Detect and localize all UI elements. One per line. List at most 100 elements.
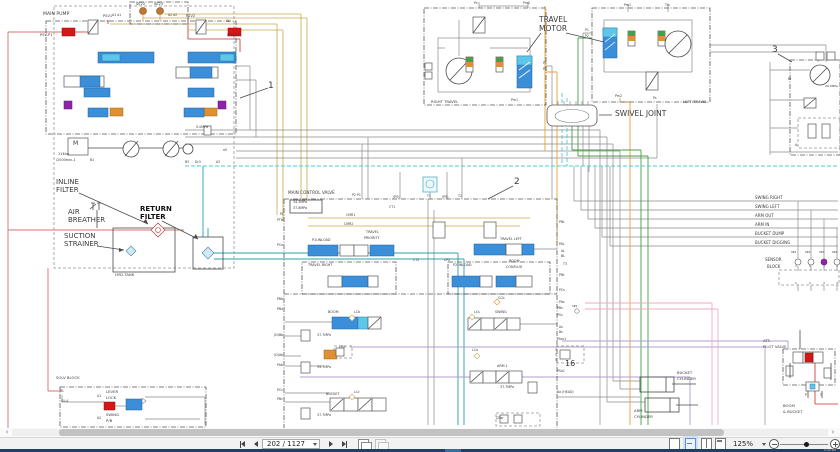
- diagram-label: Ps: [653, 97, 657, 100]
- diagram-label: 2: [809, 265, 811, 268]
- diagram-label: A2: [97, 417, 101, 420]
- diagram-label: 37.7MPa: [317, 414, 331, 417]
- diagram-label: BOOM: [328, 311, 339, 314]
- diagram-label: ARM: [634, 409, 643, 413]
- diagram-label: CMR1: [346, 214, 355, 217]
- diagram-label: PRIORITY: [364, 237, 380, 240]
- diagram-label: P2: [585, 35, 589, 38]
- diagram-label: B1: [90, 159, 94, 162]
- diagram-label: PBb: [277, 298, 283, 301]
- next-page-button[interactable]: [326, 439, 335, 449]
- diagram-label: TRAVEL RIGHT: [308, 264, 332, 267]
- diagram-label: P2: [543, 68, 547, 71]
- diagram-label: P2UNLOAD: [453, 264, 472, 267]
- diagram-label: FILTER: [56, 187, 79, 194]
- zoom-level-label[interactable]: 125%: [733, 440, 753, 448]
- diagram-label: PSs: [557, 314, 563, 317]
- page-dropdown-caret-icon[interactable]: [312, 439, 318, 449]
- diagram-label: SV-4: [61, 400, 68, 403]
- diagram-label: B3: [185, 161, 189, 164]
- diagram-label: ARM IN: [755, 223, 769, 227]
- diagram-label: CONFLUX: [506, 266, 522, 269]
- diagram-label: A1: [97, 395, 101, 398]
- diagram-label: BUCKET: [326, 393, 340, 396]
- diagram-label: M: [788, 78, 791, 82]
- diagram-label: T3: [563, 263, 567, 266]
- first-page-button[interactable]: [236, 439, 249, 449]
- previous-view-button[interactable]: [357, 439, 370, 449]
- zoom-in-button[interactable]: [830, 439, 840, 449]
- diagram-label: CMR2: [344, 223, 353, 226]
- diagram-label: P: [805, 394, 807, 397]
- diagram-label: CT1: [389, 206, 395, 209]
- diagram-label: AL: [561, 250, 565, 253]
- diagram-label: Pm2: [615, 95, 622, 98]
- diagram-label: PAb: [277, 364, 283, 367]
- next-view-button[interactable]: [374, 439, 387, 449]
- diagram-label: SUCTION: [64, 233, 96, 240]
- diagram-label: FILTER: [140, 214, 166, 221]
- diagram-label: T1: [427, 195, 431, 198]
- diagram-label: Pm1: [624, 4, 631, 7]
- diagram-label: 1: [795, 282, 797, 285]
- last-page-button[interactable]: [338, 439, 351, 449]
- diagram-label: 37.7MPa: [500, 386, 514, 389]
- facing-view-button[interactable]: [700, 439, 712, 449]
- diagram-label: 4: [836, 282, 838, 285]
- diagram-label: PAs: [559, 301, 565, 304]
- diagram-label: P1: [543, 62, 547, 65]
- diagram-label: INLINE: [56, 179, 79, 186]
- diagram-label: A2 a2: [168, 14, 177, 17]
- diagram-label: 3: [823, 282, 825, 285]
- zoom-out-button[interactable]: [769, 439, 779, 449]
- diagram-label: SWING: [106, 413, 119, 417]
- diagram-label: 29.4MPa: [825, 85, 838, 88]
- diagram-label: (D)Bb: [274, 334, 283, 337]
- diagram-label: MAIN PUMP: [43, 13, 69, 18]
- diagram-label: LCb: [354, 311, 360, 314]
- zoom-slider[interactable]: [780, 444, 828, 445]
- diagram-label: CCb: [498, 297, 504, 300]
- diagram-label: LEFT TRAVEL: [683, 100, 707, 104]
- diagram-label: PBs: [557, 307, 563, 310]
- diagram-label: a5: [223, 149, 227, 152]
- single-page-view-button[interactable]: [668, 439, 680, 449]
- horizontal-scrollbar[interactable]: ‹ ›: [0, 428, 840, 437]
- diagram-label: 1: [795, 265, 797, 268]
- diagram-label: 5.0MPa: [196, 126, 208, 129]
- diagram-label: Pm1: [511, 99, 518, 102]
- diagram-label: CRb: [339, 346, 345, 349]
- diagram-label: Dr3: [195, 161, 201, 164]
- scrollbar-thumb[interactable]: [59, 429, 724, 436]
- diagram-label: P1: [60, 390, 64, 393]
- diagram-label: LOCK: [106, 396, 116, 400]
- diagram-label: (PS): [393, 196, 399, 199]
- document-canvas: MAIN PUMPPSV1SE22SE23PSV2A1 a1A2 a2CLPSV…: [0, 0, 840, 428]
- diagram-label: SWING RIGHT: [755, 196, 783, 200]
- diagram-label: Tin: [665, 4, 670, 7]
- diagram-label: RIGHT TRAVEL: [431, 100, 458, 104]
- diagram-label: RETURN: [140, 206, 172, 213]
- diagram-label: 2: [514, 178, 520, 187]
- diagram-label: MOTOR: [539, 25, 567, 33]
- diagram-label: P/B: [106, 419, 112, 423]
- diagram-label: 37.8MPa: [293, 207, 307, 210]
- previous-page-button[interactable]: [251, 439, 260, 449]
- scroll-right-button[interactable]: ›: [828, 428, 838, 437]
- diagram-label: Aa (HEAD): [557, 391, 574, 394]
- diagram-label: TRAVEL: [366, 231, 379, 234]
- diagram-label: PBL: [559, 221, 565, 224]
- diagram-label: CT2: [413, 259, 419, 262]
- diagram-label: ATT.: [763, 339, 771, 343]
- zoom-slider-thumb[interactable]: [804, 442, 809, 447]
- diagram-label: LCa: [472, 349, 478, 352]
- diagram-label: T2: [458, 195, 462, 198]
- diagram-label: PSa1: [557, 370, 565, 373]
- fit-width-view-button[interactable]: [714, 439, 726, 449]
- diagram-label: TRAVEL LEFT: [500, 238, 522, 241]
- diagram-label: BREATHER: [68, 217, 105, 224]
- scroll-left-button[interactable]: ‹: [2, 428, 12, 437]
- zoom-dropdown-caret-icon[interactable]: [761, 439, 767, 449]
- diagram-label: SWIVEL JOINT: [615, 110, 666, 118]
- continuous-view-button[interactable]: [684, 439, 696, 449]
